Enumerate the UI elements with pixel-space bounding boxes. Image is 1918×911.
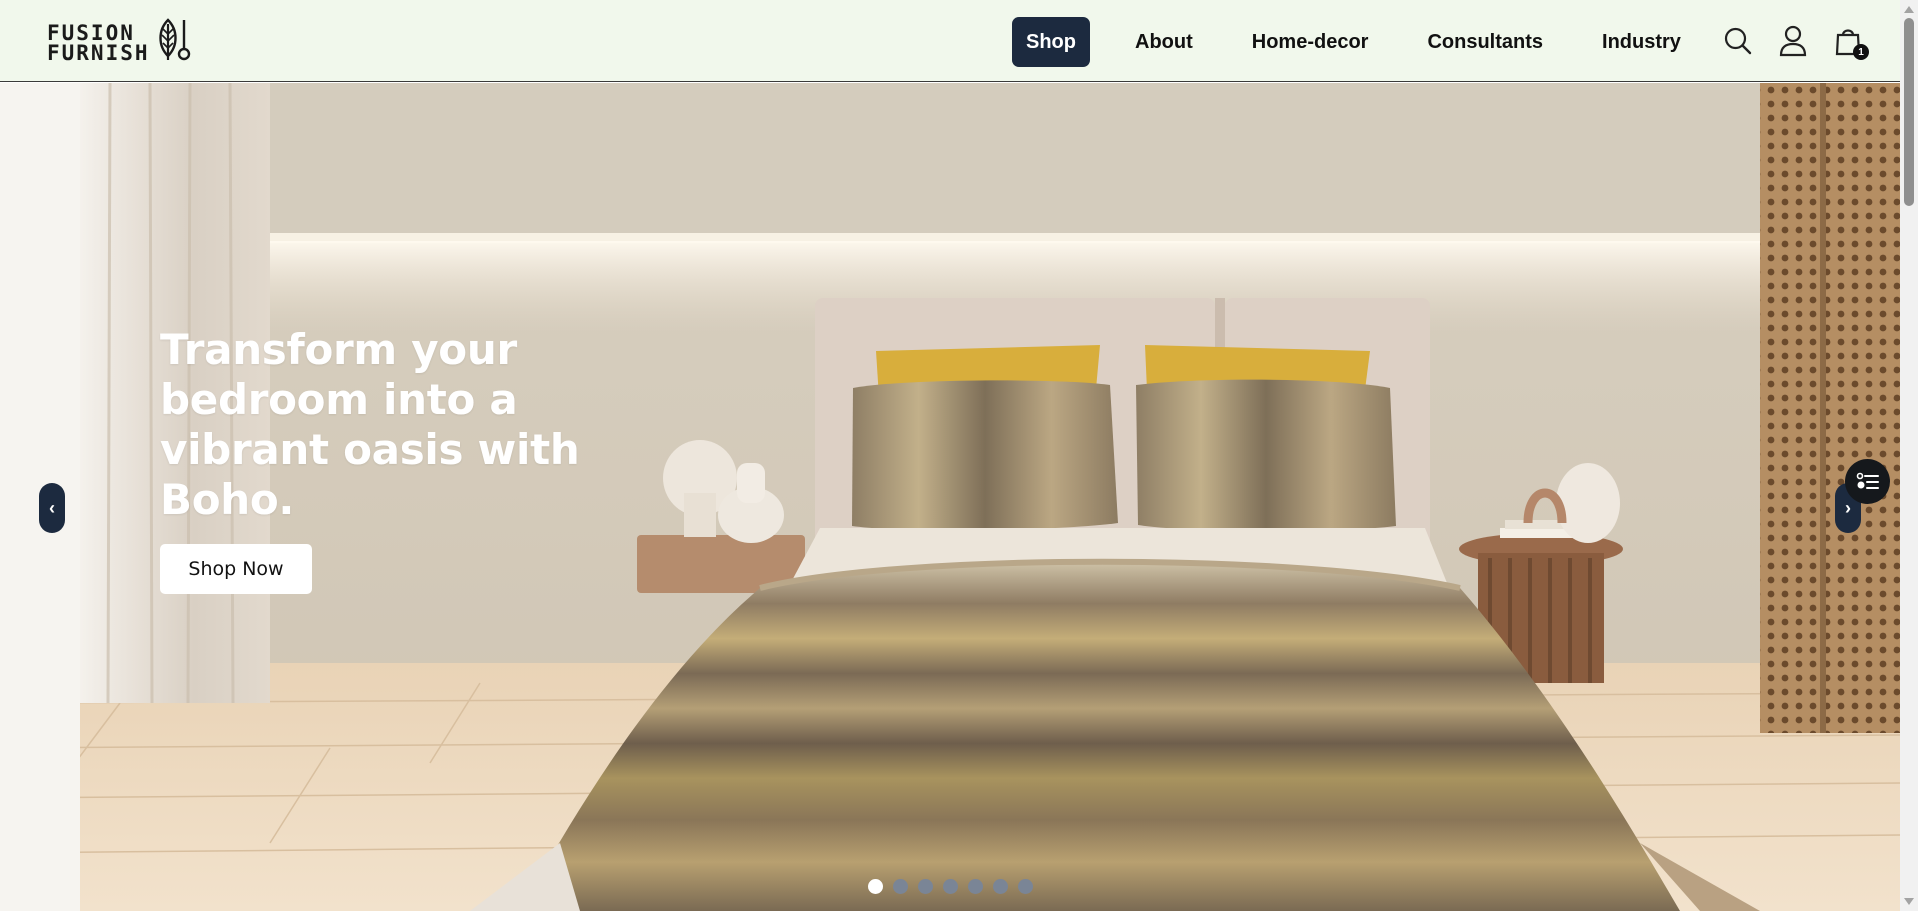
brand-line-1: FUSION [47,20,135,45]
header-actions: 1 [1721,24,1886,60]
carousel-dot[interactable] [968,879,983,894]
leaf-icon [154,16,196,67]
search-icon[interactable] [1721,24,1755,58]
carousel-prev-button[interactable]: ‹ [39,483,65,533]
shopping-bag-icon[interactable]: 1 [1831,24,1869,60]
brand-line-2: FURNISH [47,40,150,65]
carousel-dot[interactable] [868,879,883,894]
scroll-up-arrow-icon[interactable] [1904,6,1914,13]
nav-item-shop[interactable]: Shop [1012,17,1090,67]
user-icon[interactable] [1776,24,1810,58]
hero-headline: Transform your bedroom into a vibrant oa… [160,325,580,524]
site-header: FUSION FURNISH Shop About Home-decor Con… [0,0,1900,82]
carousel-pagination [868,879,1043,894]
hero-copy: Transform your bedroom into a vibrant oa… [160,325,580,594]
hero-carousel: Transform your bedroom into a vibrant oa… [0,83,1900,911]
carousel-dot[interactable] [1018,879,1033,894]
scrollbar-thumb[interactable] [1904,18,1914,206]
nav-item-about[interactable]: About [1121,17,1207,67]
scroll-down-arrow-icon[interactable] [1904,898,1914,905]
page-scrollbar[interactable] [1900,0,1918,911]
nav-item-industry[interactable]: Industry [1588,17,1695,67]
carousel-dot[interactable] [893,879,908,894]
cart-count-badge: 1 [1853,44,1869,60]
shop-now-button[interactable]: Shop Now [160,544,312,594]
main-nav: Shop About Home-decor Consultants Indust… [1012,17,1726,67]
brand-logo[interactable]: FUSION FURNISH [47,18,196,67]
carousel-dot[interactable] [918,879,933,894]
carousel-dot[interactable] [943,879,958,894]
nav-item-consultants[interactable]: Consultants [1413,17,1557,67]
brand-wordmark: FUSION FURNISH [47,20,150,65]
carousel-dot[interactable] [993,879,1008,894]
filter-list-icon[interactable] [1845,459,1890,504]
nav-item-home-decor[interactable]: Home-decor [1238,17,1383,67]
